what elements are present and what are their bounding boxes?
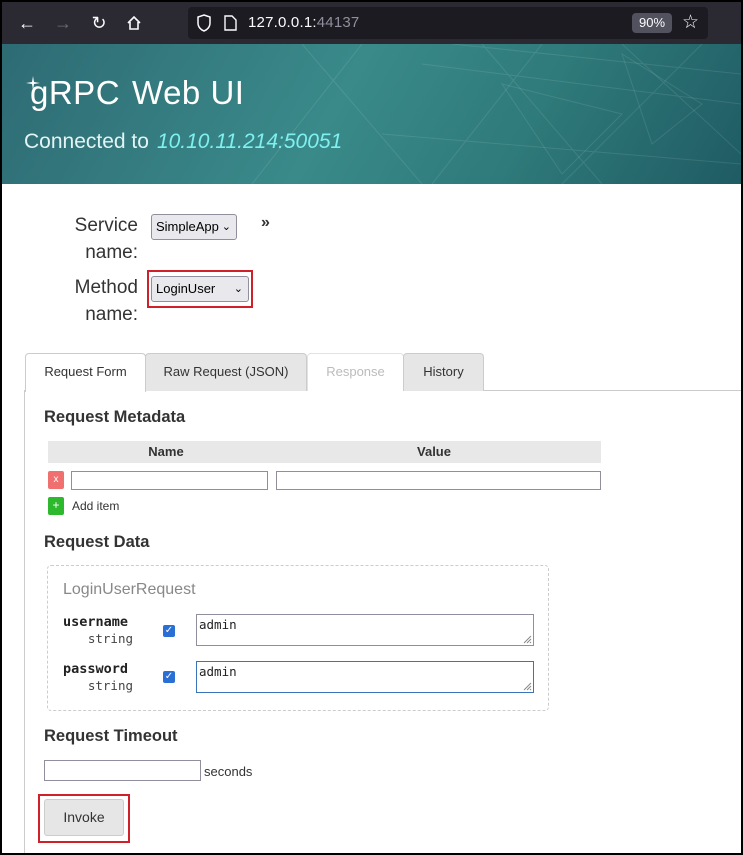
request-timeout-heading: Request Timeout	[44, 727, 178, 745]
password-input[interactable]: admin	[196, 661, 534, 693]
username-checkbox[interactable]: ✓	[163, 625, 175, 637]
password-field-name: password	[63, 661, 129, 677]
username-field-name: username	[63, 614, 129, 630]
metadata-name-input[interactable]	[71, 471, 268, 490]
browser-toolbar: ← → ↻ 127.0.0.1:44137 90% ☆	[2, 2, 741, 44]
metadata-col-name: Name	[148, 444, 184, 459]
delete-metadata-button[interactable]: x	[48, 471, 64, 489]
tab-raw-request[interactable]: Raw Request (JSON)	[145, 353, 307, 391]
resize-handle-icon[interactable]	[523, 682, 532, 691]
browser-window: ← → ↻ 127.0.0.1:44137 90% ☆ gRPC Web UI C…	[0, 0, 743, 855]
banner-pattern	[251, 44, 741, 184]
password-value: admin	[199, 664, 237, 679]
password-checkbox[interactable]: ✓	[163, 671, 175, 683]
url-bar[interactable]: 127.0.0.1:44137 90% ☆	[188, 7, 708, 39]
service-name-label: Service name:	[62, 212, 138, 266]
back-icon[interactable]: ←	[14, 10, 40, 36]
message-type-title: LoginUserRequest	[63, 581, 196, 598]
method-select-value: LoginUser	[156, 281, 216, 296]
method-name-label: Method name:	[62, 274, 138, 328]
add-item-label[interactable]: Add item	[72, 499, 119, 513]
service-select[interactable]: SimpleApp ⌄	[151, 214, 237, 240]
page-icon	[224, 15, 237, 31]
url-port: 44137	[316, 14, 360, 31]
metadata-col-value: Value	[417, 444, 451, 459]
url-text[interactable]: 127.0.0.1:44137	[248, 14, 359, 31]
method-label-line2: name:	[85, 304, 138, 325]
reload-icon[interactable]: ↻	[86, 10, 112, 36]
service-select-value: SimpleApp	[156, 219, 219, 234]
tab-panel-border	[24, 390, 25, 853]
password-field-type: string	[87, 678, 133, 693]
username-input[interactable]: admin	[196, 614, 534, 646]
forward-icon[interactable]: →	[50, 10, 76, 36]
app-brand: gRPC Web UI	[24, 74, 244, 112]
invoke-button[interactable]: Invoke	[44, 799, 124, 836]
metadata-value-input[interactable]	[276, 471, 601, 490]
method-select[interactable]: LoginUser ⌄	[151, 276, 249, 302]
connected-address: 10.10.11.214:50051	[156, 130, 343, 153]
home-icon[interactable]	[121, 10, 147, 36]
tab-response[interactable]: Response	[307, 353, 404, 391]
service-label-line1: Service	[74, 215, 138, 236]
add-metadata-button[interactable]: +	[48, 497, 64, 515]
service-label-line2: name:	[85, 242, 138, 263]
bookmark-star-icon[interactable]: ☆	[682, 11, 699, 34]
expand-chevron-icon[interactable]: »	[261, 214, 270, 232]
grpc-logo-icon	[26, 76, 40, 90]
chevron-down-icon: ⌄	[221, 221, 231, 233]
request-data-heading: Request Data	[44, 533, 150, 551]
connection-status: Connected to 10.10.11.214:50051	[24, 130, 342, 154]
shield-icon[interactable]	[196, 14, 212, 32]
tab-request-form[interactable]: Request Form	[25, 353, 146, 392]
metadata-table-header: Name Value	[48, 441, 601, 463]
timeout-unit-label: seconds	[204, 764, 253, 779]
zoom-badge[interactable]: 90%	[632, 13, 673, 33]
username-field-type: string	[87, 631, 133, 646]
request-metadata-heading: Request Metadata	[44, 408, 186, 426]
header-banner: gRPC Web UI Connected to 10.10.11.214:5005…	[2, 44, 741, 184]
url-host: 127.0.0.1:	[248, 14, 317, 31]
tab-history[interactable]: History	[403, 353, 484, 391]
username-value: admin	[199, 617, 237, 632]
method-label-line1: Method	[74, 277, 138, 298]
brand-webui: Web UI	[132, 74, 245, 111]
timeout-input[interactable]	[44, 760, 201, 781]
chevron-down-icon: ⌄	[233, 283, 243, 295]
connected-label: Connected to	[24, 130, 149, 153]
resize-handle-icon[interactable]	[523, 635, 532, 644]
